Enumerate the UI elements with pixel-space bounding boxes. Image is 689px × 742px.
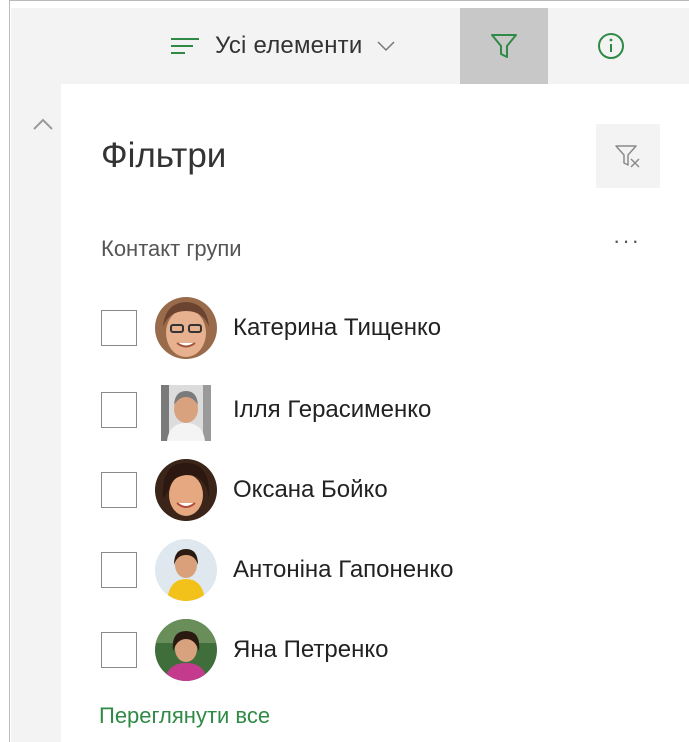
view-selector-button[interactable]: Усі елементи [171, 8, 396, 84]
person-filter-item[interactable]: Антоніна Гапоненко [101, 538, 454, 602]
person-name: Яна Петренко [233, 636, 389, 663]
checkbox[interactable] [101, 552, 137, 588]
info-pane-button[interactable] [571, 8, 651, 84]
list-lines-icon [171, 36, 199, 56]
clear-filters-button[interactable] [596, 124, 660, 188]
person-filter-item[interactable]: Ілля Герасименко [101, 378, 431, 442]
see-all-link[interactable]: Переглянути все [99, 703, 270, 729]
avatar [155, 379, 217, 441]
checkbox[interactable] [101, 632, 137, 668]
avatar [155, 297, 217, 359]
avatar [155, 539, 217, 601]
person-name: Ілля Герасименко [233, 396, 432, 423]
filter-pane-button[interactable] [460, 8, 548, 84]
command-bar: Усі елементи [11, 8, 689, 84]
chevron-down-icon [377, 41, 395, 52]
chevron-up-icon[interactable] [31, 116, 55, 132]
more-options-button[interactable]: ··· [609, 230, 645, 260]
window-left-border [0, 0, 10, 742]
filter-section-title: Контакт групи [101, 236, 242, 261]
person-name: Катерина Тищенко [233, 314, 442, 341]
filters-pane: Фільтри Контакт групи ··· Катерина Тищен… [61, 84, 689, 742]
filter-icon [491, 34, 517, 58]
avatar [155, 459, 217, 521]
person-name: Антоніна Гапоненко [233, 556, 454, 583]
pane-gutter [11, 84, 61, 742]
person-filter-item[interactable]: Яна Петренко [101, 618, 388, 682]
person-filter-item[interactable]: Оксана Бойко [101, 458, 388, 522]
checkbox[interactable] [101, 472, 137, 508]
checkbox[interactable] [101, 310, 137, 346]
info-icon [598, 33, 624, 59]
person-name: Оксана Бойко [233, 476, 388, 503]
checkbox[interactable] [101, 392, 137, 428]
view-selector-label: Усі елементи [215, 32, 363, 59]
person-filter-item[interactable]: Катерина Тищенко [101, 296, 441, 360]
clear-filter-icon [615, 145, 640, 168]
pane-title: Фільтри [101, 136, 227, 175]
avatar [155, 619, 217, 681]
window-top-border [10, 0, 689, 8]
